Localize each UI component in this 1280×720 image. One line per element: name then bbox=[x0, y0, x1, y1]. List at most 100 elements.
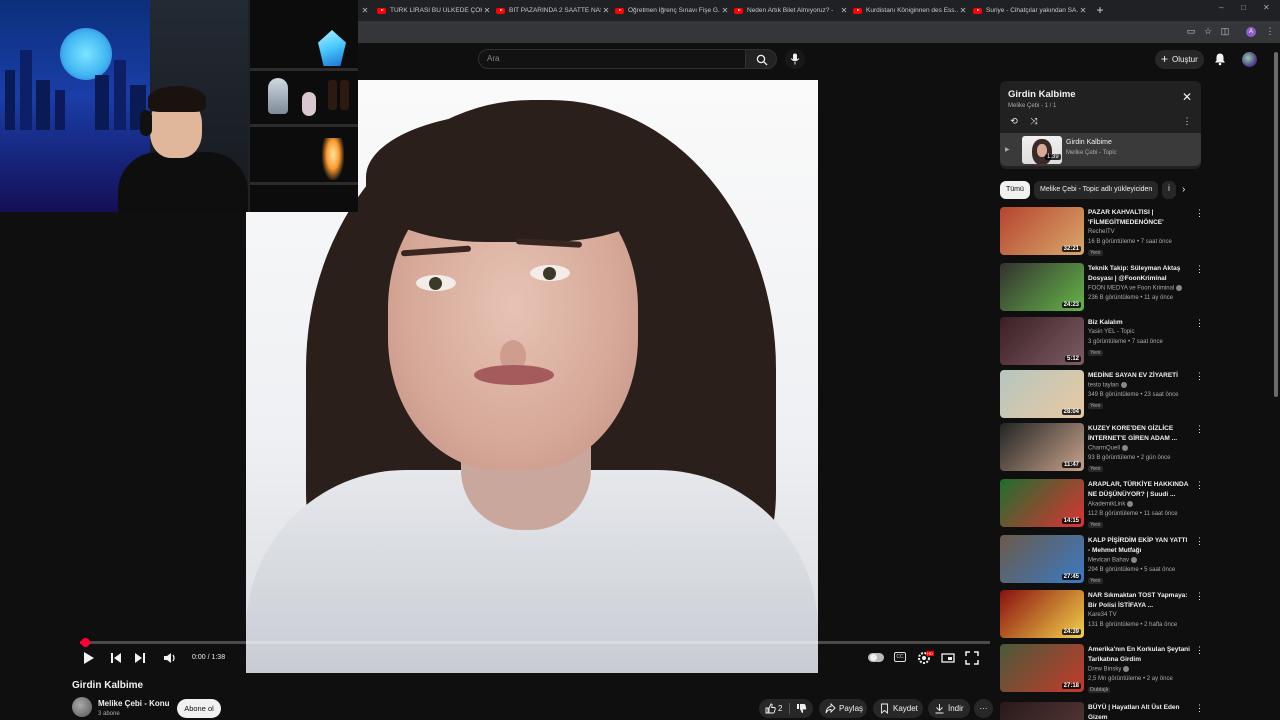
dislike-icon[interactable] bbox=[796, 703, 807, 714]
cast-icon[interactable]: ▭ bbox=[1185, 25, 1197, 37]
fullscreen-icon[interactable] bbox=[964, 650, 980, 666]
tab-close-icon[interactable]: ✕ bbox=[720, 6, 730, 15]
share-button[interactable]: Paylaş bbox=[819, 699, 867, 718]
bookmark-star-icon[interactable]: ☆ bbox=[1202, 25, 1214, 37]
notifications-bell-icon[interactable] bbox=[1213, 52, 1227, 66]
browser-tab[interactable]: Suriye - Cihatçılar yakından SA... ✕ bbox=[973, 2, 1088, 19]
volume-icon[interactable] bbox=[162, 650, 178, 666]
video-thumbnail[interactable]: 11:47 bbox=[1000, 423, 1084, 471]
browser-tab[interactable]: Öğretmen İğrenç Sınavı Fişe G... ✕ bbox=[615, 2, 730, 19]
recommended-video[interactable]: 28:04 MEDİNE SAYAN EV ZİYARETİ testo tayla… bbox=[1000, 370, 1204, 422]
like-icon[interactable] bbox=[765, 703, 776, 714]
autoplay-toggle[interactable] bbox=[868, 653, 884, 662]
channel-name[interactable]: Melike Çebi - Konu bbox=[98, 699, 170, 708]
video-title[interactable]: ARAPLAR, TÜRKİYE HAKKINDA NE DÜŞÜNÜYOR? … bbox=[1088, 480, 1190, 500]
video-menu-icon[interactable]: ⋮ bbox=[1195, 592, 1204, 601]
video-menu-icon[interactable]: ⋮ bbox=[1195, 209, 1204, 218]
recommended-video[interactable]: 24:39 NAR Sıkmaktan TOST Yapmaya: Bir Pol… bbox=[1000, 590, 1204, 642]
recommended-video[interactable]: BÜYÜ | Hayatları Alt Üst Eden Gizem ⋮ bbox=[1000, 702, 1204, 720]
video-thumbnail[interactable]: 28:04 bbox=[1000, 370, 1084, 418]
playlist-item[interactable]: ▶ 1:39 Girdin Kalbime Melike Çebi - Topi… bbox=[1000, 133, 1201, 166]
video-channel[interactable]: Yasin YEL - Topic bbox=[1088, 329, 1134, 335]
new-tab-button[interactable]: + bbox=[1093, 2, 1107, 18]
browser-tab-partial[interactable]: ✕ bbox=[360, 2, 372, 19]
captions-icon[interactable]: CC bbox=[894, 652, 906, 662]
subscribe-button[interactable]: Abone ol bbox=[177, 699, 221, 718]
video-channel[interactable]: FOON MEDYA ve Foon Kriminal bbox=[1088, 285, 1183, 292]
recommended-video[interactable]: 11:47 KUZEY KORE'DEN GİZLİCE İNTERNET'E G… bbox=[1000, 423, 1204, 475]
playlist-menu-icon[interactable]: ⋮ bbox=[1181, 115, 1193, 127]
recommended-video[interactable]: 14:15 ARAPLAR, TÜRKİYE HAKKINDA NE DÜŞÜNÜ… bbox=[1000, 479, 1204, 531]
tab-close-icon[interactable]: ✕ bbox=[360, 6, 370, 15]
voice-search-button[interactable] bbox=[785, 49, 805, 69]
progress-scrubber[interactable] bbox=[80, 638, 90, 647]
play-icon[interactable] bbox=[80, 650, 96, 666]
search-input[interactable]: Ara bbox=[478, 49, 746, 69]
browser-tab[interactable]: Neden Artık Bilet Almıyoruz? - ✕ bbox=[734, 2, 849, 19]
video-channel[interactable]: CharmQuell bbox=[1088, 445, 1129, 452]
tab-close-icon[interactable]: ✕ bbox=[958, 6, 968, 15]
close-icon[interactable]: ✕ bbox=[1182, 91, 1192, 103]
video-menu-icon[interactable]: ⋮ bbox=[1195, 704, 1204, 713]
recommended-video[interactable]: 5:12 Biz Kalalım Yasin YEL - Topic 3 görünt… bbox=[1000, 317, 1204, 369]
window-close-icon[interactable]: ✕ bbox=[1263, 3, 1270, 12]
video-channel[interactable]: Mevlcan Bahav bbox=[1088, 557, 1138, 564]
video-title[interactable]: PAZAR KAHVALTISI | 'FİLMEGİTMEDENÖNCE' bbox=[1088, 208, 1190, 228]
video-thumbnail[interactable]: 32:21 bbox=[1000, 207, 1084, 255]
video-title[interactable]: KUZEY KORE'DEN GİZLİCE İNTERNET'E GİREN … bbox=[1088, 424, 1190, 444]
video-title[interactable]: BÜYÜ | Hayatları Alt Üst Eden Gizem bbox=[1088, 703, 1190, 720]
tab-close-icon[interactable]: ✕ bbox=[839, 6, 849, 15]
video-title[interactable]: KALP PİŞİRDİM EKİP YAN YATTI - Mehmet Mu… bbox=[1088, 536, 1190, 556]
video-menu-icon[interactable]: ⋮ bbox=[1195, 425, 1204, 434]
video-thumbnail[interactable]: 27:45 bbox=[1000, 535, 1084, 583]
video-menu-icon[interactable]: ⋮ bbox=[1195, 646, 1204, 655]
tab-close-icon[interactable]: ✕ bbox=[601, 6, 611, 15]
video-menu-icon[interactable]: ⋮ bbox=[1195, 265, 1204, 274]
video-thumbnail[interactable]: 5:12 bbox=[1000, 317, 1084, 365]
video-channel[interactable]: AkademikLink bbox=[1088, 501, 1134, 508]
create-button[interactable]: + Oluştur bbox=[1155, 50, 1204, 69]
tab-close-icon[interactable]: ✕ bbox=[1078, 6, 1088, 15]
video-menu-icon[interactable]: ⋮ bbox=[1195, 537, 1204, 546]
recommended-video[interactable]: 24:23 Teknik Takip: Süleyman Aktaş Dosyas… bbox=[1000, 263, 1204, 315]
theater-mode-icon[interactable] bbox=[940, 650, 956, 666]
search-button[interactable] bbox=[745, 49, 777, 69]
browser-tab[interactable]: TÜRK LİRASI BU ÜLKEDE ÇOK D...✕ bbox=[377, 2, 492, 19]
video-title[interactable]: MEDİNE SAYAN EV ZİYARETİ bbox=[1088, 371, 1190, 381]
minimize-icon[interactable]: – bbox=[1219, 3, 1223, 12]
more-actions-button[interactable]: ··· bbox=[974, 699, 993, 718]
video-channel[interactable]: RecheITV bbox=[1088, 229, 1115, 235]
tab-close-icon[interactable]: ✕ bbox=[482, 6, 492, 15]
video-thumbnail[interactable] bbox=[1000, 702, 1084, 720]
channel-avatar[interactable] bbox=[72, 697, 92, 717]
video-channel[interactable]: testo taylan bbox=[1088, 382, 1127, 389]
recommended-video[interactable]: 32:21 PAZAR KAHVALTISI | 'FİLMEGİTMEDENÖN… bbox=[1000, 207, 1204, 259]
loop-icon[interactable]: ⟲ bbox=[1008, 115, 1020, 127]
video-menu-icon[interactable]: ⋮ bbox=[1195, 372, 1204, 381]
video-channel[interactable]: Drew Binsky bbox=[1088, 666, 1130, 673]
chevron-right-icon[interactable]: › bbox=[1182, 184, 1185, 195]
shuffle-icon[interactable]: ⤨ bbox=[1028, 115, 1040, 127]
filter-chip[interactable]: Tümü bbox=[1000, 181, 1030, 199]
maximize-icon[interactable]: □ bbox=[1241, 3, 1246, 12]
page-scrollbar[interactable] bbox=[1274, 52, 1278, 397]
video-thumbnail[interactable]: 14:15 bbox=[1000, 479, 1084, 527]
browser-profile-avatar[interactable]: A bbox=[1246, 27, 1256, 37]
video-menu-icon[interactable]: ⋮ bbox=[1195, 319, 1204, 328]
video-title[interactable]: Teknik Takip: Süleyman Aktaş Dosyası | @… bbox=[1088, 264, 1190, 284]
video-thumbnail[interactable]: 24:39 bbox=[1000, 590, 1084, 638]
recommended-video[interactable]: 27:45 KALP PİŞİRDİM EKİP YAN YATTI - Mehm… bbox=[1000, 535, 1204, 587]
video-thumbnail[interactable]: 24:23 bbox=[1000, 263, 1084, 311]
next-icon[interactable] bbox=[132, 650, 148, 666]
video-title[interactable]: Amerika'nın En Korkulan Şeytani Tarikatı… bbox=[1088, 645, 1190, 665]
save-button[interactable]: Kaydet bbox=[873, 699, 923, 718]
recommended-video[interactable]: 27:18 Amerika'nın En Korkulan Şeytani Tar… bbox=[1000, 644, 1204, 696]
download-button[interactable]: İndir bbox=[928, 699, 970, 718]
video-channel[interactable]: Kare34 TV bbox=[1088, 612, 1117, 618]
browser-tab[interactable]: BİT PAZARINDA 2 SAATTE NAS... ✕ bbox=[496, 2, 611, 19]
progress-bar[interactable] bbox=[80, 641, 990, 644]
filter-chip[interactable]: İ bbox=[1162, 181, 1176, 199]
account-avatar[interactable] bbox=[1242, 52, 1257, 67]
video-menu-icon[interactable]: ⋮ bbox=[1195, 481, 1204, 490]
browser-tab[interactable]: Kurdistanı Königinnen des Ess... ✕ bbox=[853, 2, 968, 19]
